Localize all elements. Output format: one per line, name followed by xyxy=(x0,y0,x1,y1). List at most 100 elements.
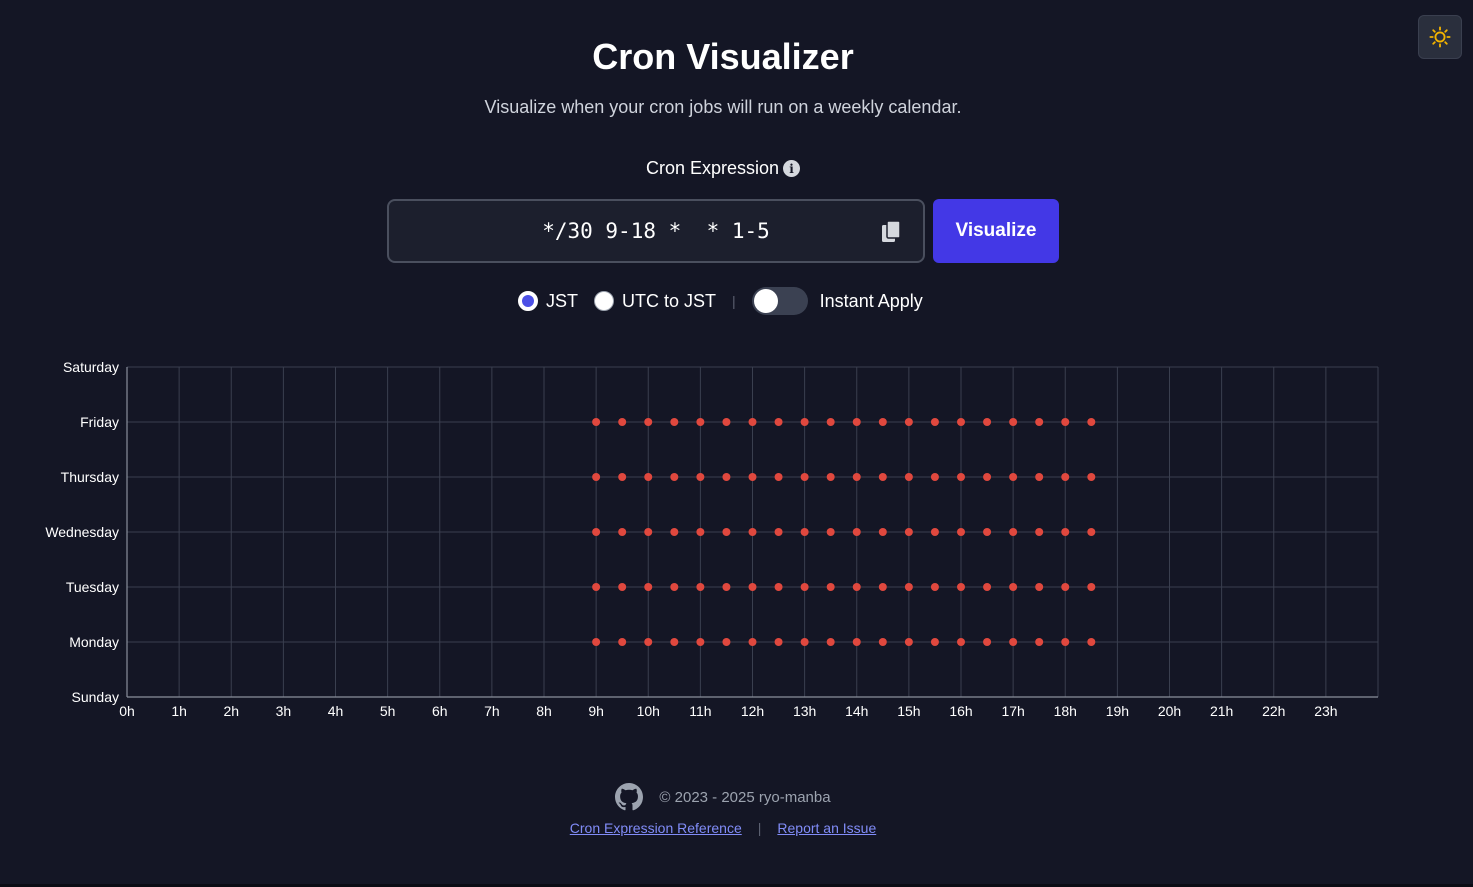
x-tick-label-20h: 20h xyxy=(1158,703,1181,719)
schedule-point xyxy=(670,473,679,481)
schedule-point xyxy=(878,418,887,426)
footer-links-row: Cron Expression Reference | Report an Is… xyxy=(0,820,1446,836)
schedule-point xyxy=(852,418,861,426)
schedule-point xyxy=(644,583,653,591)
schedule-point xyxy=(1035,638,1044,646)
schedule-point xyxy=(904,638,913,646)
schedule-point xyxy=(1035,583,1044,591)
chart-x-labels: 0h 1h 2h 3h 4h 5h 6h 7h 8h 9h 10h 11h 12h 13h 14h 15h 16… xyxy=(119,703,1337,719)
schedule-point xyxy=(800,638,809,646)
schedule-point xyxy=(983,638,992,646)
schedule-point xyxy=(852,473,861,481)
schedule-point xyxy=(1009,583,1018,591)
schedule-point xyxy=(644,473,653,481)
x-tick-label-6h: 6h xyxy=(432,703,448,719)
y-tick-label-wednesday: Wednesday xyxy=(45,524,119,540)
schedule-point xyxy=(696,418,705,426)
x-tick-label-17h: 17h xyxy=(1001,703,1024,719)
cron-reference-link[interactable]: Cron Expression Reference xyxy=(570,820,742,836)
schedule-point xyxy=(957,638,965,646)
schedule-point xyxy=(983,473,992,481)
schedule-point xyxy=(618,583,627,591)
schedule-point xyxy=(878,583,887,591)
schedule-point xyxy=(1061,473,1070,481)
schedule-point xyxy=(1035,473,1044,481)
timezone-label-utc-to-jst[interactable]: UTC to JST xyxy=(622,291,716,312)
schedule-point xyxy=(670,583,679,591)
y-tick-label-thursday: Thursday xyxy=(61,469,119,485)
schedule-point xyxy=(826,418,835,426)
footer-copyright-row: © 2023 - 2025 ryo-manba xyxy=(0,783,1446,811)
x-tick-label-8h: 8h xyxy=(536,703,552,719)
schedule-point xyxy=(774,583,783,591)
schedule-point xyxy=(748,528,757,536)
cron-expression-label-row: Cron Expression i xyxy=(0,158,1446,179)
schedule-point xyxy=(826,528,835,536)
schedule-point xyxy=(696,528,705,536)
schedule-point xyxy=(696,638,705,646)
copy-icon[interactable] xyxy=(881,220,903,244)
page-subtitle: Visualize when your cron jobs will run o… xyxy=(484,97,962,117)
y-tick-label-friday: Friday xyxy=(80,414,119,430)
schedule-point xyxy=(983,418,992,426)
schedule-point xyxy=(722,583,731,591)
report-issue-link[interactable]: Report an Issue xyxy=(777,820,876,836)
visualize-button[interactable]: Visualize xyxy=(933,199,1059,263)
instant-apply-label[interactable]: Instant Apply xyxy=(820,291,923,312)
schedule-point xyxy=(748,638,757,646)
schedule-point xyxy=(1087,638,1096,646)
info-icon[interactable]: i xyxy=(783,160,801,177)
footer-separator: | xyxy=(757,820,762,836)
schedule-point xyxy=(1087,583,1096,591)
copyright-text: © 2023 - 2025 ryo-manba xyxy=(659,788,831,806)
instant-apply-toggle[interactable] xyxy=(751,287,808,315)
schedule-point xyxy=(1061,638,1070,646)
schedule-point xyxy=(930,638,939,646)
timezone-label-jst[interactable]: JST xyxy=(546,291,578,312)
schedule-point xyxy=(852,528,861,536)
schedule-point xyxy=(670,638,679,646)
schedule-point xyxy=(592,583,601,591)
x-tick-label-10h: 10h xyxy=(637,703,660,719)
schedule-point xyxy=(904,418,913,426)
schedule-point xyxy=(826,583,835,591)
x-tick-label-22h: 22h xyxy=(1262,703,1285,719)
options-separator: | xyxy=(732,293,736,309)
schedule-point xyxy=(1035,528,1044,536)
x-tick-label-12h: 12h xyxy=(741,703,764,719)
page-title: Cron Visualizer xyxy=(592,36,854,77)
schedule-point xyxy=(983,528,992,536)
x-tick-label-4h: 4h xyxy=(328,703,344,719)
schedule-point xyxy=(774,473,783,481)
y-tick-label-sunday: Sunday xyxy=(72,689,119,705)
schedule-point xyxy=(618,528,627,536)
timezone-radio-utc-to-jst[interactable] xyxy=(594,291,615,311)
github-icon[interactable] xyxy=(615,783,644,811)
schedule-point xyxy=(1009,528,1018,536)
schedule-point xyxy=(748,473,757,481)
cron-expression-input[interactable] xyxy=(389,201,923,261)
schedule-point xyxy=(670,418,679,426)
x-tick-label-16h: 16h xyxy=(949,703,972,719)
schedule-point xyxy=(878,638,887,646)
schedule-point xyxy=(800,418,809,426)
y-tick-label-monday: Monday xyxy=(69,634,119,650)
chart-y-labels: Sunday Monday Tuesday Wednesday Thursday Frid… xyxy=(45,359,119,705)
schedule-point xyxy=(592,473,601,481)
schedule-point xyxy=(800,473,809,481)
x-tick-label-15h: 15h xyxy=(897,703,920,719)
x-tick-label-21h: 21h xyxy=(1210,703,1233,719)
schedule-point xyxy=(618,473,627,481)
x-tick-label-1h: 1h xyxy=(171,703,187,719)
schedule-point xyxy=(722,418,731,426)
x-tick-label-19h: 19h xyxy=(1106,703,1129,719)
schedule-point xyxy=(670,528,679,536)
timezone-radio-jst[interactable] xyxy=(518,291,538,311)
schedule-point xyxy=(957,473,965,481)
schedule-point xyxy=(1087,418,1096,426)
schedule-point xyxy=(644,638,653,646)
x-tick-label-13h: 13h xyxy=(793,703,816,719)
schedule-point xyxy=(592,528,601,536)
x-tick-label-2h: 2h xyxy=(223,703,239,719)
schedule-point xyxy=(1061,583,1070,591)
